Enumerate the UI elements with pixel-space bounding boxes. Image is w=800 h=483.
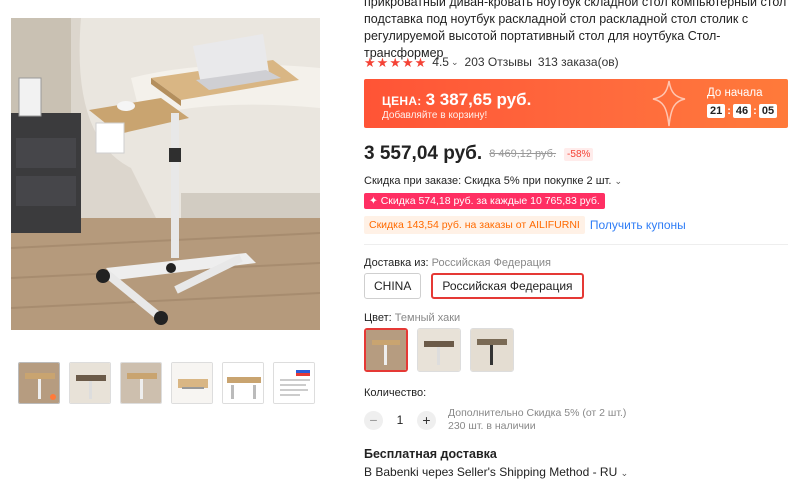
delivery-title: Бесплатная доставка: [364, 447, 497, 461]
promo-price: 3 387,65 руб.: [425, 90, 532, 109]
price-row: 3 557,04 руб. 8 469,12 руб. -58%: [364, 143, 594, 165]
thumbnail-5[interactable]: [222, 362, 264, 404]
color-title: Цвет:: [364, 312, 392, 324]
coupon-row: Скидка 143,54 руб. на заказы от AILIFURN…: [364, 216, 686, 234]
old-price: 8 469,12 руб.: [489, 148, 557, 160]
ship-from-label: Доставка из: Российская Федерация: [364, 257, 551, 269]
quantity-minus-button[interactable]: −: [364, 410, 383, 430]
timer-label: До начала: [707, 87, 763, 99]
chevron-down-icon: ⌄: [620, 468, 629, 478]
rating-row: ★ ★ ★ ★ ★ 4.5 ⌄ 203 Отзывы 313 заказа(ов…: [364, 55, 619, 69]
star-icon: ★: [414, 54, 427, 70]
timer-seconds: 05: [758, 104, 778, 118]
main-product-image[interactable]: [11, 18, 320, 330]
product-title: прикроватный диван-кровать ноутбук склад…: [364, 0, 787, 60]
color-swatch-2[interactable]: [417, 328, 461, 372]
stock-text: 230 шт. в наличии: [448, 420, 536, 432]
color-swatch-3[interactable]: [470, 328, 514, 372]
promo-banner: ЦЕНА: 3 387,65 руб. Добавляйте в корзину…: [364, 79, 788, 128]
star-icon: ★: [389, 54, 401, 70]
discount-badge: -58%: [564, 147, 594, 161]
quantity-input[interactable]: 1: [383, 413, 417, 427]
rating-stars: ★ ★ ★ ★ ★: [364, 56, 426, 69]
ship-from-option-china[interactable]: CHINA: [364, 273, 422, 299]
current-price: 3 557,04 руб.: [364, 143, 483, 164]
amount-discount-tag: ✦ Скидка 574,18 руб. за каждые 10 765,83…: [364, 193, 605, 209]
thumbnail-3[interactable]: [120, 362, 162, 404]
color-selected: Темный хаки: [394, 312, 461, 324]
ship-from-option-russia[interactable]: Российская Федерация: [431, 273, 584, 299]
chevron-down-icon: ⌄: [614, 176, 623, 186]
ship-from-selected: Российская Федерация: [431, 257, 551, 269]
order-discount-dropdown[interactable]: Скидка при заказе: Скидка 5% при покупке…: [364, 175, 628, 187]
ship-from-title: Доставка из:: [364, 257, 429, 269]
timer-minutes: 46: [732, 104, 752, 118]
timer-hours: 21: [707, 104, 726, 118]
product-photo-scene: [11, 18, 320, 330]
get-coupons-link[interactable]: Получить купоны: [590, 218, 686, 232]
divider: [364, 244, 788, 245]
thumbnail-2[interactable]: [69, 362, 111, 404]
thumbnail-4[interactable]: [171, 362, 213, 404]
quantity-stepper: − 1 + Дополнительно Скидка 5% (от 2 шт.)…: [364, 407, 626, 433]
color-label: Цвет: Темный хаки: [364, 312, 460, 324]
quantity-plus-button[interactable]: +: [417, 410, 436, 430]
star-icon: ★: [364, 54, 376, 70]
sparkle-decoration-icon: [652, 80, 686, 127]
star-icon: ★: [376, 54, 389, 70]
star-icon: ★: [401, 54, 414, 70]
quantity-info: Дополнительно Скидка 5% (от 2 шт.) 230 ш…: [448, 407, 626, 433]
thumbnail-1[interactable]: [18, 362, 60, 404]
chevron-down-icon[interactable]: ⌄: [451, 57, 459, 68]
quantity-label: Количество:: [364, 387, 427, 399]
promo-subtext: Добавляйте в корзину!: [382, 110, 488, 121]
reviews-count[interactable]: 203 Отзывы: [465, 55, 532, 69]
delivery-method-dropdown[interactable]: В Babenki через Seller's Shipping Method…: [364, 465, 634, 479]
store-coupon-tag: Скидка 143,54 руб. на заказы от AILIFURN…: [364, 216, 585, 234]
delivery-method-text: В Babenki через Seller's Shipping Method…: [364, 465, 618, 479]
rating-value[interactable]: 4.5: [432, 55, 449, 69]
thumbnail-strip: [18, 362, 315, 404]
countdown-timer: 21 : 46 : 05: [707, 104, 778, 118]
order-discount-text: Скидка при заказе: Скидка 5% при покупке…: [364, 175, 612, 187]
extra-discount-text: Дополнительно Скидка 5% (от 2 шт.): [448, 407, 627, 419]
ship-from-options: CHINA Российская Федерация: [364, 273, 584, 299]
orders-count: 313 заказа(ов): [537, 55, 619, 69]
thumbnail-6[interactable]: [273, 362, 315, 404]
color-swatch-dark-khaki[interactable]: [364, 328, 408, 372]
promo-price-label: ЦЕНА:: [382, 94, 422, 108]
color-swatches: [364, 328, 514, 372]
